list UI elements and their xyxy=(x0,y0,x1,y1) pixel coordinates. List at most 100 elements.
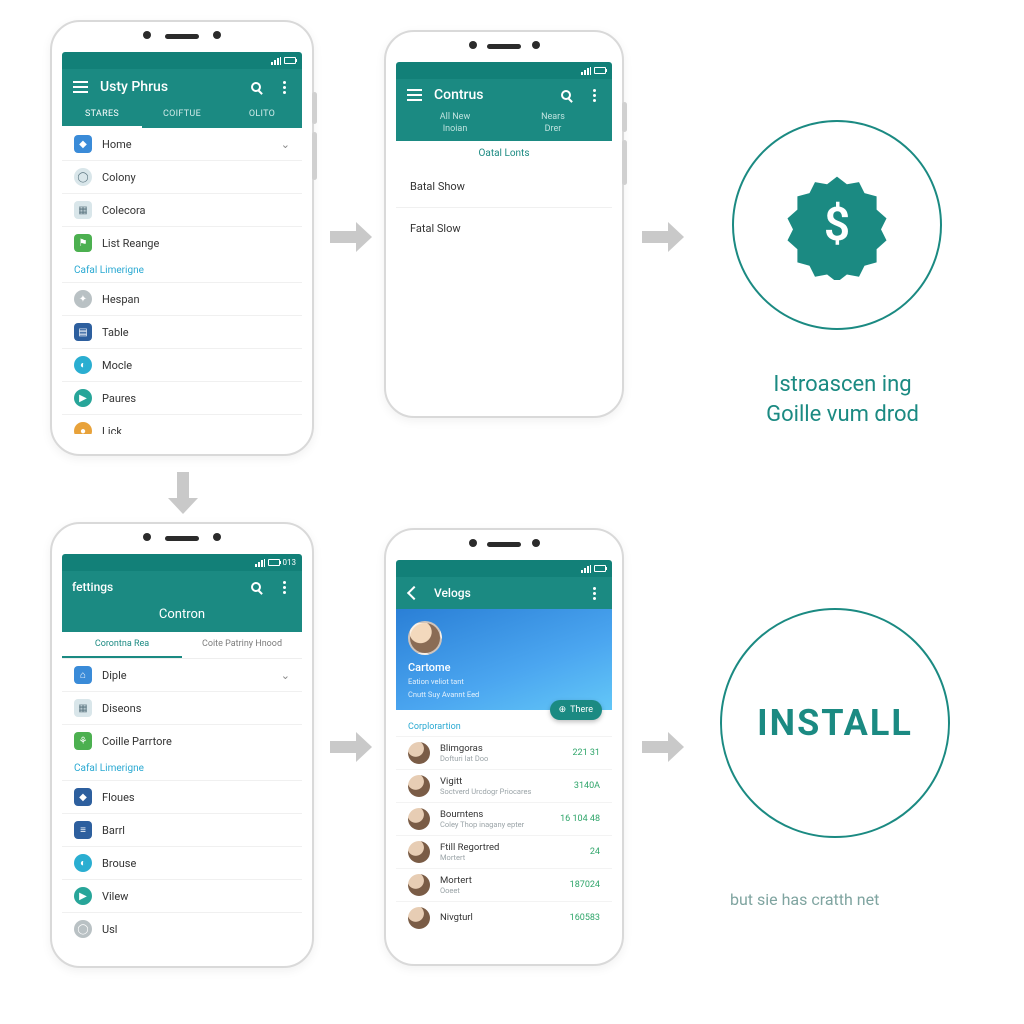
flow-arrow-right-icon xyxy=(642,732,684,762)
status-bar xyxy=(396,62,612,79)
accent-row[interactable]: Oatal Lonts xyxy=(396,141,612,166)
sub-tab[interactable]: NearsDrer xyxy=(504,111,602,135)
vilew-icon: ▶ xyxy=(74,887,92,905)
signal-icon xyxy=(255,559,265,567)
tab-olito[interactable]: OLITO xyxy=(222,103,302,128)
search-icon[interactable] xyxy=(248,79,264,95)
row-value: 160583 xyxy=(570,913,600,923)
chevron-down-icon: ⌄ xyxy=(281,138,290,151)
app-title: fettings xyxy=(72,580,113,594)
app-title: Velogs xyxy=(434,586,574,600)
list-item[interactable]: ◐Brouse xyxy=(62,846,302,879)
status-bar: 013 xyxy=(62,554,302,571)
phone-volume-button xyxy=(312,132,317,180)
list-item[interactable]: ◯ Colony xyxy=(62,160,302,193)
settings-list: ⌂Diple⌄ ▦Diseons ⚘Coille Parrtore Cafal … xyxy=(62,659,302,945)
row-sub: Coley Thop inagany epter xyxy=(440,820,550,829)
list-item[interactable]: ⚘Coille Parrtore xyxy=(62,724,302,757)
phone-volume-button xyxy=(622,140,627,185)
install-label: INSTALL xyxy=(757,702,913,744)
list-item[interactable]: ▦ Colecora xyxy=(62,193,302,226)
dollar-seal-badge: $ xyxy=(732,120,942,330)
list-item[interactable]: ▶Vilew xyxy=(62,879,302,912)
list-item[interactable]: BlimgorasDofturi lat Doo221 31 xyxy=(396,736,612,769)
flow-arrow-right-icon xyxy=(330,222,372,252)
overflow-menu-icon[interactable] xyxy=(586,585,602,601)
colony-icon: ◯ xyxy=(74,168,92,186)
chevron-down-icon: ⌄ xyxy=(281,669,290,682)
list-item[interactable]: ●Lick xyxy=(62,414,302,434)
avatar[interactable] xyxy=(408,621,442,655)
row-value: 24 xyxy=(590,847,600,857)
list-item[interactable]: ◆Floues xyxy=(62,780,302,813)
phone-camera-dot xyxy=(213,31,221,39)
row-title: Nivgturl xyxy=(440,912,560,923)
secondary-tab[interactable]: Coite Patriny Hnood xyxy=(182,632,302,658)
list-item[interactable]: BourntensColey Thop inagany epter 16 104 … xyxy=(396,802,612,835)
list-item[interactable]: Batal Show xyxy=(396,166,612,207)
install-badge[interactable]: INSTALL xyxy=(720,608,950,838)
brouse-icon: ◐ xyxy=(74,854,92,872)
hamburger-icon[interactable] xyxy=(72,79,88,95)
mocle-icon: ◐ xyxy=(74,356,92,374)
row-value: 3140A xyxy=(574,781,600,791)
tab-coiftue[interactable]: COIFTUE xyxy=(142,103,222,128)
colecora-icon: ▦ xyxy=(74,201,92,219)
list-item[interactable]: MortertOoeet187024 xyxy=(396,868,612,901)
item-label: Paures xyxy=(102,392,136,405)
item-label: Barrl xyxy=(102,824,125,837)
secondary-tab[interactable]: Corontna Rea xyxy=(62,632,182,658)
list-item[interactable]: ⚑List Reange xyxy=(62,226,302,259)
battery-icon xyxy=(594,67,606,74)
flow-arrow-right-icon xyxy=(642,222,684,252)
phone-camera-dot xyxy=(143,31,151,39)
list-item[interactable]: VigittSoctverd Urcdogr Priocares3140A xyxy=(396,769,612,802)
chip-icon: ⊕ xyxy=(559,705,567,715)
action-chip[interactable]: ⊕There xyxy=(550,700,602,720)
list-item[interactable]: ▦Diseons xyxy=(62,691,302,724)
list-item[interactable]: ◆Home⌄ xyxy=(62,128,302,160)
install-caption: but sie has cratth net xyxy=(730,890,879,909)
row-sub: Mortert xyxy=(440,853,580,862)
phone-camera-dot xyxy=(213,533,221,541)
row-value: 16 104 48 xyxy=(560,814,600,824)
phone-2-contrus: Contrus All NewInoian NearsDrer Oatal Lo… xyxy=(384,30,624,418)
list-item[interactable]: ◯Usl xyxy=(62,912,302,945)
list-item[interactable]: ▤Table xyxy=(62,315,302,348)
search-icon[interactable] xyxy=(558,87,574,103)
avatar xyxy=(408,907,430,929)
list-item[interactable]: Nivgturl 160583 xyxy=(396,901,612,934)
diple-icon: ⌂ xyxy=(74,666,92,684)
content-list: Batal Show Fatal Slow xyxy=(396,166,612,249)
app-bar: fettings Contron xyxy=(62,571,302,632)
overflow-menu-icon[interactable] xyxy=(276,579,292,595)
phone-3-settings: 013 fettings Contron Corontna Rea Coite … xyxy=(50,522,314,968)
tab-stares[interactable]: STARES xyxy=(62,103,142,128)
sub-tab[interactable]: All NewInoian xyxy=(406,111,504,135)
list-item[interactable]: ⌂Diple⌄ xyxy=(62,659,302,691)
overflow-menu-icon[interactable] xyxy=(586,87,602,103)
list-item[interactable]: ◐Mocle xyxy=(62,348,302,381)
phone-power-button xyxy=(622,102,627,132)
back-icon[interactable] xyxy=(406,585,422,601)
phone-earpiece xyxy=(165,536,199,541)
list-item[interactable]: ▶Paures xyxy=(62,381,302,414)
item-label: Table xyxy=(102,326,129,339)
list-item[interactable]: ✦Hespan xyxy=(62,282,302,315)
item-label: Usl xyxy=(102,923,118,936)
row-value: 221 31 xyxy=(572,748,600,758)
row-title: Bourntens xyxy=(440,809,550,820)
item-label: Colecora xyxy=(102,204,145,217)
list-item[interactable]: Ftill RegortredMortert24 xyxy=(396,835,612,868)
app-bar: Usty Phrus xyxy=(62,69,302,103)
overflow-menu-icon[interactable] xyxy=(276,79,292,95)
lick-icon: ● xyxy=(74,422,92,434)
signal-icon xyxy=(581,565,591,573)
search-icon[interactable] xyxy=(248,579,264,595)
section-header: Cafal Limerigne xyxy=(62,757,302,780)
hamburger-icon[interactable] xyxy=(406,87,422,103)
profile-sub: Eation veliot tant xyxy=(408,677,600,687)
item-label: Colony xyxy=(102,171,136,184)
list-item[interactable]: Fatal Slow xyxy=(396,207,612,249)
list-item[interactable]: ≡Barrl xyxy=(62,813,302,846)
